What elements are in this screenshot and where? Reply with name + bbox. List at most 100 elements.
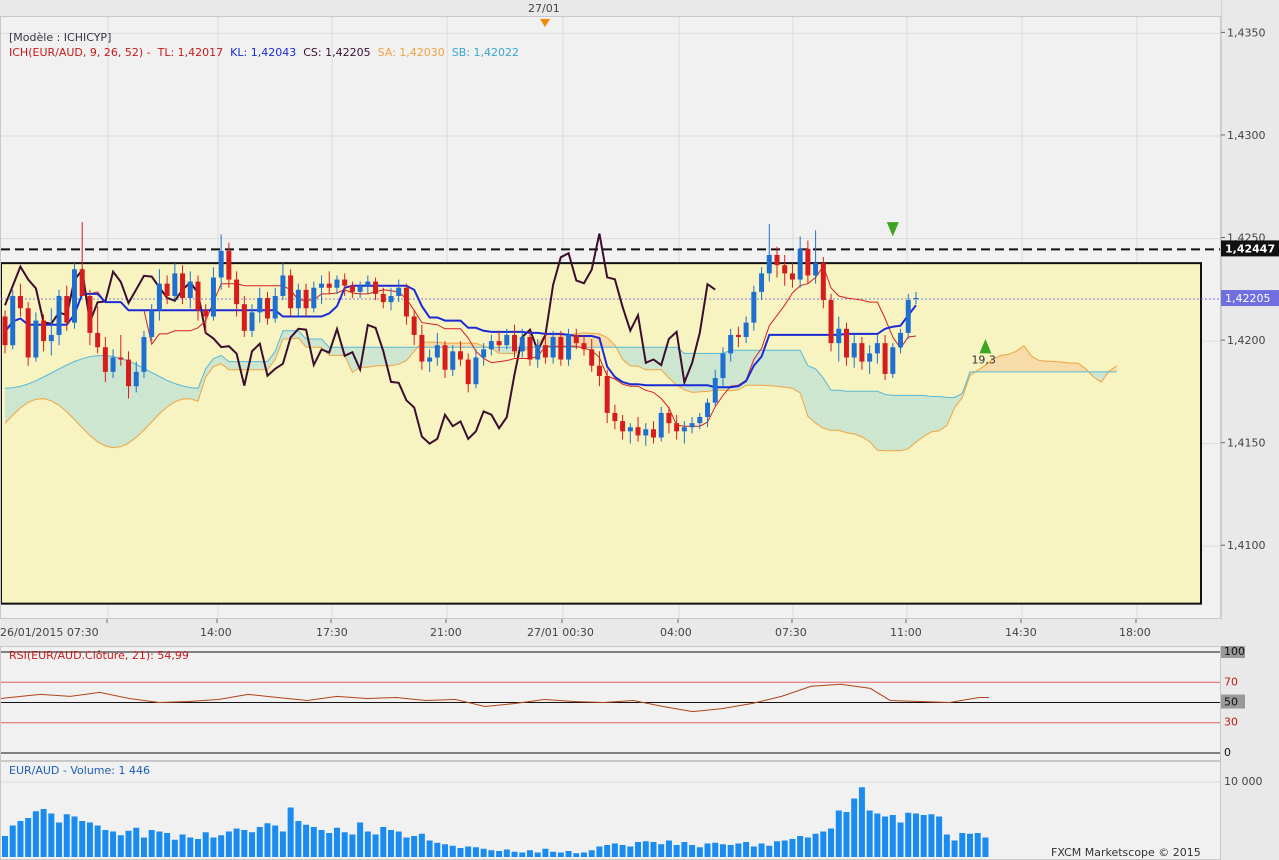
volume-bar-118 (912, 813, 919, 857)
candle-body-77 (596, 365, 602, 376)
volume-panel[interactable]: EUR/AUD - Volume: 1 446 FXCM Marketscope… (0, 761, 1221, 860)
candle-body-54 (419, 334, 425, 362)
cloud-segment-108 (838, 390, 847, 433)
cloud-segment-50 (391, 347, 399, 366)
candle-body-48 (373, 281, 379, 294)
volume-bar-113 (874, 813, 881, 857)
cloud-segment-134 (1039, 360, 1048, 372)
candle-body-58 (450, 351, 456, 370)
volume-bar-109 (843, 812, 850, 857)
candle-body-101 (782, 265, 788, 274)
candle-body-87 (674, 423, 680, 432)
volume-bar-65 (503, 849, 510, 857)
volume-bar-17 (133, 827, 140, 857)
volume-bar-81 (627, 846, 634, 857)
candle-body-109 (843, 328, 849, 358)
volume-chart[interactable] (1, 762, 1220, 859)
volume-bar-88 (681, 842, 688, 857)
candle-body-61 (473, 357, 479, 385)
price-chart[interactable]: 19,3 (1, 17, 1220, 618)
price-panel[interactable]: 19,3 [Modèle : ICHICYP] ICH(EUR/AUD, 9, … (0, 16, 1221, 619)
top-marker-triangle[interactable] (540, 19, 550, 27)
candle-body-59 (457, 351, 463, 360)
cloud-segment-114 (885, 394, 893, 451)
cloud-segment-7 (59, 365, 67, 412)
volume-bar-38 (295, 821, 302, 857)
candle-body-53 (411, 316, 417, 335)
candle-body-38 (295, 289, 301, 309)
candle-body-105 (813, 263, 819, 276)
cloud-segment-97 (753, 350, 762, 386)
candle-body-82 (635, 427, 641, 436)
volume-bar-123 (951, 840, 958, 857)
cloud-segment-32 (252, 361, 260, 370)
time-axis[interactable]: 26/01/2015 07:30 14:00 17:30 21:00 27/01 00:… (0, 619, 1221, 647)
candle-body-20 (156, 283, 162, 311)
rsi-axis-label-2: 50 (1224, 696, 1238, 709)
price-tick-label-4: 1,4150 (1227, 437, 1266, 450)
volume-bar-90 (696, 847, 703, 857)
candle-body-92 (712, 378, 718, 403)
candle-body-17 (133, 371, 139, 387)
candle-body-28 (218, 250, 224, 278)
volume-bar-124 (959, 833, 966, 857)
rsi-chart[interactable] (1, 647, 1220, 760)
candle-body-84 (650, 429, 656, 438)
volume-bar-105 (812, 833, 819, 857)
candle-body-115 (890, 347, 896, 374)
volume-bar-119 (920, 815, 927, 857)
candle-body-5 (41, 320, 47, 342)
time-label-5: 04:00 (660, 626, 692, 639)
volume-bar-102 (789, 839, 796, 857)
cloud-segment-136 (1054, 361, 1063, 372)
pips-label: 19,3 (971, 354, 996, 367)
rsi-panel[interactable]: RSI(EUR/AUD.Clôture, 21): 54,99 (0, 646, 1221, 761)
candle-body-7 (56, 295, 62, 335)
time-label-3: 21:00 (430, 626, 462, 639)
candle-body-9 (71, 269, 77, 323)
candle-body-10 (79, 269, 85, 296)
resistance-price-label: 1,42447 (1225, 242, 1275, 255)
top-date-marker[interactable]: 27/01 (528, 2, 560, 15)
rsi-line (1, 683, 989, 713)
volume-bar-31 (241, 830, 248, 857)
candle-body-31 (241, 304, 247, 331)
candle-body-12 (95, 332, 101, 348)
candle-body-96 (743, 322, 749, 337)
cloud-segment-59 (460, 343, 469, 348)
candle-body-64 (496, 341, 502, 346)
volume-bar-11 (86, 822, 93, 857)
rsi-axis[interactable]: 100 70 50 30 0 (1221, 646, 1279, 761)
target-zone (1, 262, 1202, 605)
volume-bar-68 (526, 850, 533, 857)
price-axis[interactable]: 1,43501,43001,42501,42001,41501,41001,42… (1221, 0, 1279, 620)
candle-body-74 (573, 334, 579, 344)
candle-body-34 (264, 298, 270, 319)
volume-bar-121 (936, 816, 943, 857)
cloud-segment-58 (452, 343, 461, 348)
candle-body-47 (365, 281, 371, 286)
candle-body-49 (380, 293, 386, 303)
candle-body-13 (102, 347, 108, 372)
volume-bar-37 (287, 807, 294, 857)
signal-down-arrow (886, 222, 899, 237)
volume-axis[interactable]: 10 000 (1221, 761, 1279, 860)
volume-bar-47 (364, 831, 371, 857)
volume-bar-125 (967, 833, 973, 857)
volume-bar-7 (56, 822, 63, 857)
candle-body-22 (172, 273, 178, 296)
volume-bar-55 (426, 840, 433, 857)
cloud-segment-107 (831, 390, 839, 431)
legend-cs: CS: 1,42205 (303, 46, 371, 59)
volume-bar-40 (310, 827, 317, 857)
candle-body-52 (403, 287, 409, 317)
candle-body-66 (512, 334, 518, 352)
volume-bar-50 (388, 830, 394, 857)
candle-body-57 (442, 345, 448, 370)
volume-bar-78 (604, 845, 611, 857)
volume-bar-98 (758, 843, 765, 857)
candle-body-79 (612, 412, 618, 422)
candle-body-91 (705, 402, 711, 417)
cloud-segment-105 (815, 368, 824, 429)
cloud-segment-135 (1047, 361, 1055, 372)
